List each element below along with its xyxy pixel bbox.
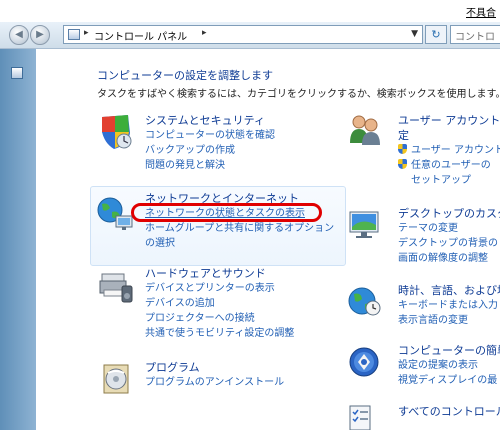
control-panel-small-icon[interactable] — [11, 67, 23, 79]
category-title-user-accounts-cont[interactable]: 定 — [398, 128, 500, 143]
network-internet-icon[interactable] — [96, 196, 136, 232]
link-keyboard[interactable]: キーボードまたは入力 — [398, 298, 500, 313]
link-check-status[interactable]: コンピューターの状態を確認 — [145, 128, 275, 143]
category-system-security: システムとセキュリティ コンピューターの状態を確認 バックアップの作成 問題の発… — [145, 113, 275, 173]
top-strip: 不具合 — [0, 0, 500, 22]
category-title-system-security[interactable]: システムとセキュリティ — [145, 113, 275, 128]
breadcrumb-control-panel[interactable]: コントロール パネル — [94, 28, 187, 43]
programs-icon[interactable] — [98, 361, 134, 397]
category-title-appearance[interactable]: デスクトップのカスタ — [398, 206, 500, 221]
link-suggestions[interactable]: 設定の提案の表示 — [398, 358, 500, 373]
link-homegroup[interactable]: ホームグループと共有に関するオプション — [145, 221, 334, 236]
user-accounts-icon[interactable] — [347, 113, 383, 147]
category-appearance: デスクトップのカスタ テーマの変更 デスクトップの背景の 画面の解像度の調整 — [398, 206, 500, 266]
category-all-items: すべてのコントロール — [398, 404, 500, 419]
link-setup[interactable]: セットアップ — [398, 173, 500, 188]
link-display-language[interactable]: 表示言語の変更 — [398, 313, 500, 328]
category-title-ease-of-access[interactable]: コンピューターの簡単操 — [398, 343, 500, 358]
search-input[interactable]: コントロ — [450, 25, 500, 44]
category-programs: プログラム プログラムのアンインストール — [145, 360, 284, 390]
link-homegroup-cont[interactable]: の選択 — [145, 236, 334, 251]
top-link[interactable]: 不具合 — [466, 4, 496, 19]
ease-of-access-icon[interactable] — [347, 345, 383, 379]
hardware-sound-icon[interactable] — [98, 268, 134, 304]
link-theme[interactable]: テーマの変更 — [398, 221, 500, 236]
address-box[interactable]: ▸ コントロール パネル ▸ ▼ — [63, 25, 423, 44]
link-user-accounts[interactable]: ユーザー アカウント — [398, 143, 500, 158]
link-visual-display[interactable]: 視覚ディスプレイの最 — [398, 373, 500, 388]
refresh-button[interactable]: ↻ — [425, 25, 447, 44]
category-title-user-accounts[interactable]: ユーザー アカウント — [398, 113, 500, 128]
system-security-icon[interactable] — [98, 113, 134, 151]
back-button[interactable]: ◀ — [9, 25, 29, 45]
link-resolution[interactable]: 画面の解像度の調整 — [398, 251, 500, 266]
category-ease-of-access: コンピューターの簡単操 設定の提案の表示 視覚ディスプレイの最 — [398, 343, 500, 388]
appearance-icon[interactable] — [347, 207, 383, 241]
category-title-all-items[interactable]: すべてのコントロール — [398, 404, 500, 419]
link-devices-printers[interactable]: デバイスとプリンターの表示 — [145, 281, 294, 296]
category-user-accounts: ユーザー アカウント 定 ユーザー アカウント 任意のユーザーの セットアップ — [398, 113, 500, 188]
clock-region-icon[interactable] — [347, 284, 383, 318]
link-add-device[interactable]: デバイスの追加 — [145, 296, 294, 311]
navigation-pane — [0, 49, 36, 430]
page-description: タスクをすばやく検索するには、カテゴリをクリックするか、検索ボックスを使用します… — [97, 89, 500, 100]
chevron-down-icon[interactable]: ▼ — [411, 29, 418, 39]
red-annotation-oval — [131, 203, 322, 222]
category-title-clock-region[interactable]: 時計、言語、および地域 — [398, 283, 500, 298]
breadcrumb-separator-icon[interactable]: ▸ — [202, 28, 207, 38]
link-projector[interactable]: プロジェクターへの接続 — [145, 311, 294, 326]
address-bar: ◀ ▶ ▸ コントロール パネル ▸ ▼ ↻ コントロ — [0, 22, 500, 49]
link-troubleshoot[interactable]: 問題の発見と解決 — [145, 158, 275, 173]
link-uninstall[interactable]: プログラムのアンインストール — [145, 375, 284, 390]
category-clock-region: 時計、言語、および地域 キーボードまたは入力 表示言語の変更 — [398, 283, 500, 328]
forward-button[interactable]: ▶ — [30, 25, 50, 45]
link-background[interactable]: デスクトップの背景の — [398, 236, 500, 251]
link-backup[interactable]: バックアップの作成 — [145, 143, 275, 158]
link-any-user[interactable]: 任意のユーザーの — [398, 158, 500, 173]
all-items-icon[interactable] — [347, 404, 375, 430]
category-hardware-sound: ハードウェアとサウンド デバイスとプリンターの表示 デバイスの追加 プロジェクタ… — [145, 266, 294, 341]
page-title: コンピューターの設定を調整します — [97, 69, 273, 82]
category-title-hardware-sound[interactable]: ハードウェアとサウンド — [145, 266, 294, 281]
category-title-programs[interactable]: プログラム — [145, 360, 284, 375]
link-mobility[interactable]: 共通で使うモビリティ設定の調整 — [145, 326, 294, 341]
control-panel-icon — [68, 29, 80, 40]
breadcrumb-separator-icon[interactable]: ▸ — [84, 28, 89, 38]
